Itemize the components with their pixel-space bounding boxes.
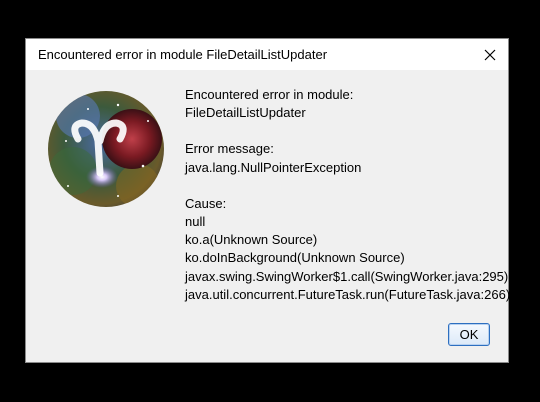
error-message-value: java.lang.NullPointerException <box>185 159 362 175</box>
cause-line: javax.swing.SwingWorker$1.call(SwingWork… <box>185 268 509 284</box>
ok-button[interactable]: OK <box>448 323 490 346</box>
error-message: Encountered error in module: FileDetailL… <box>185 86 510 304</box>
aries-nebula-logo <box>48 91 164 207</box>
error-message-label: Error message: <box>185 141 274 157</box>
cause-line: ko.doInBackground(Unknown Source) <box>185 250 405 266</box>
error-dialog: Encountered error in module FileDetailLi… <box>25 38 510 363</box>
message-line-1: Encountered error in module: <box>185 87 354 102</box>
cause-line: java.util.concurrent.FutureTask.run(Futu… <box>185 286 511 302</box>
close-icon <box>484 49 496 60</box>
cause-label: Cause: <box>185 195 227 211</box>
close-button[interactable] <box>472 39 508 70</box>
dialog-title: Encountered error in module FileDetailLi… <box>38 47 328 62</box>
title-bar: Encountered error in module FileDetailLi… <box>26 39 508 70</box>
cause-line: ko.a(Unknown Source) <box>185 232 318 248</box>
message-module-name: FileDetailListUpdater <box>185 105 306 121</box>
cause-line: null <box>185 213 206 229</box>
